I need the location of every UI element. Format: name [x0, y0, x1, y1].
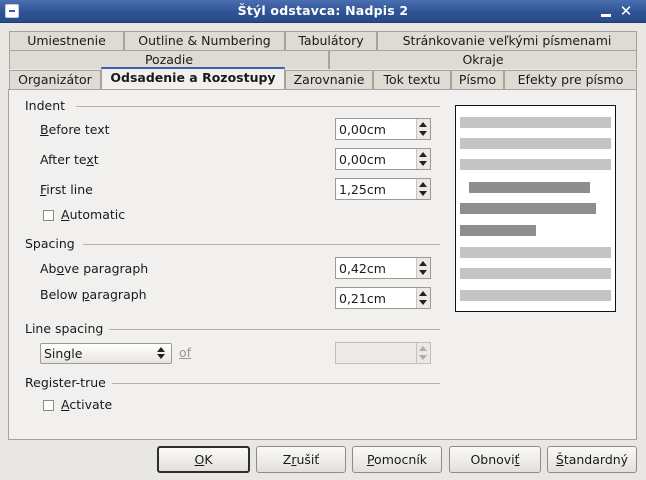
spacing-separator: [83, 244, 440, 245]
automatic-label[interactable]: Automatic: [61, 207, 125, 222]
preview-line-current: [469, 182, 590, 193]
below-paragraph-stepper[interactable]: [416, 288, 430, 308]
title-bar[interactable]: Štýl odstavca: Nadpis 2 ✕: [0, 0, 646, 23]
tab-pismo[interactable]: Písmo: [451, 70, 504, 89]
above-paragraph-stepper[interactable]: [416, 258, 430, 278]
tab-outline-numbering[interactable]: Outline & Numbering: [124, 31, 285, 50]
tab-okraje[interactable]: Okraje: [329, 50, 637, 69]
spin-up-icon[interactable]: [419, 291, 427, 296]
above-paragraph-value[interactable]: 0,42cm: [339, 261, 386, 276]
after-text-label: After text: [40, 152, 99, 167]
preview-line: [460, 159, 611, 170]
tab-odsadenie-a-rozostupy[interactable]: Odsadenie a Rozostupy: [101, 67, 285, 89]
spin-up-icon[interactable]: [419, 152, 427, 157]
paragraph-style-dialog: Štýl odstavca: Nadpis 2 ✕ Umiestnenie Ou…: [0, 0, 646, 480]
line-spacing-select[interactable]: Single: [40, 343, 172, 364]
before-text-value[interactable]: 0,00cm: [339, 122, 386, 137]
spin-down-icon[interactable]: [419, 161, 427, 166]
below-paragraph-label: Below paragraph: [40, 287, 147, 302]
before-text-label: Before text: [40, 122, 110, 137]
tab-tabulatory[interactable]: Tabulátory: [285, 31, 377, 50]
spin-down-icon[interactable]: [419, 300, 427, 305]
preview-line: [460, 290, 611, 301]
line-spacing-selected[interactable]: Single: [44, 346, 82, 361]
tab-zarovnanie[interactable]: Zarovnanie: [285, 70, 373, 89]
tab-tok-textu[interactable]: Tok textu: [373, 70, 451, 89]
close-button[interactable]: ✕: [618, 3, 634, 19]
activate-checkbox[interactable]: [43, 400, 54, 411]
preview-line: [460, 138, 611, 149]
reset-button[interactable]: Obnoviť: [449, 446, 541, 473]
paragraph-preview: [455, 105, 616, 312]
preview-line-current: [460, 203, 596, 214]
help-button[interactable]: Pomocník: [352, 446, 442, 473]
tab-umiestnenie[interactable]: Umiestnenie: [9, 31, 124, 50]
after-text-value[interactable]: 0,00cm: [339, 152, 386, 167]
tab-efekty-pre-pismo[interactable]: Efekty pre písmo: [504, 70, 637, 89]
preview-line: [460, 268, 611, 279]
ok-button[interactable]: OK: [157, 446, 250, 473]
spin-down-icon[interactable]: [419, 270, 427, 275]
register-true-separator: [112, 383, 440, 384]
of-label: of: [179, 345, 192, 360]
spin-up-icon[interactable]: [419, 182, 427, 187]
first-line-spinbox[interactable]: 1,25cm: [335, 178, 431, 200]
standard-button[interactable]: Štandardný: [547, 446, 637, 473]
line-spacing-value-stepper: [416, 343, 430, 363]
tab-panel: Indent Before text 0,00cm After text 0,0…: [8, 89, 637, 440]
spin-down-icon: [419, 355, 427, 360]
spin-down-icon[interactable]: [419, 131, 427, 136]
cancel-button[interactable]: Zrušiť: [256, 446, 346, 473]
line-spacing-separator: [109, 329, 440, 330]
activate-label[interactable]: Activate: [61, 397, 112, 412]
register-true-section-title: Register-true: [25, 375, 106, 390]
spin-up-icon[interactable]: [419, 261, 427, 266]
minimize-button[interactable]: [598, 3, 614, 19]
first-line-label: First line: [40, 182, 93, 197]
before-text-stepper[interactable]: [416, 119, 430, 139]
line-spacing-value-spinbox: [335, 342, 431, 364]
tab-organizator[interactable]: Organizátor: [9, 70, 101, 89]
spacing-section-title: Spacing: [25, 236, 75, 251]
window-title: Štýl odstavca: Nadpis 2: [237, 3, 409, 18]
indent-separator: [76, 106, 440, 107]
preview-line: [460, 247, 611, 258]
line-spacing-section-title: Line spacing: [25, 321, 104, 336]
spin-up-icon: [419, 346, 427, 351]
preview-line-current: [460, 225, 536, 236]
spin-up-icon[interactable]: [419, 122, 427, 127]
first-line-value[interactable]: 1,25cm: [339, 182, 386, 197]
automatic-checkbox[interactable]: [43, 210, 54, 221]
first-line-stepper[interactable]: [416, 179, 430, 199]
preview-line: [460, 117, 611, 128]
tab-strankovanie[interactable]: Stránkovanie veľkými písmenami: [377, 31, 637, 50]
below-paragraph-spinbox[interactable]: 0,21cm: [335, 287, 431, 309]
indent-section-title: Indent: [25, 98, 66, 113]
above-paragraph-label: Above paragraph: [40, 261, 149, 276]
above-paragraph-spinbox[interactable]: 0,42cm: [335, 257, 431, 279]
below-paragraph-value[interactable]: 0,21cm: [339, 291, 386, 306]
after-text-spinbox[interactable]: 0,00cm: [335, 148, 431, 170]
chevron-updown-icon[interactable]: [157, 347, 165, 360]
after-text-stepper[interactable]: [416, 149, 430, 169]
before-text-spinbox[interactable]: 0,00cm: [335, 118, 431, 140]
spin-down-icon[interactable]: [419, 191, 427, 196]
